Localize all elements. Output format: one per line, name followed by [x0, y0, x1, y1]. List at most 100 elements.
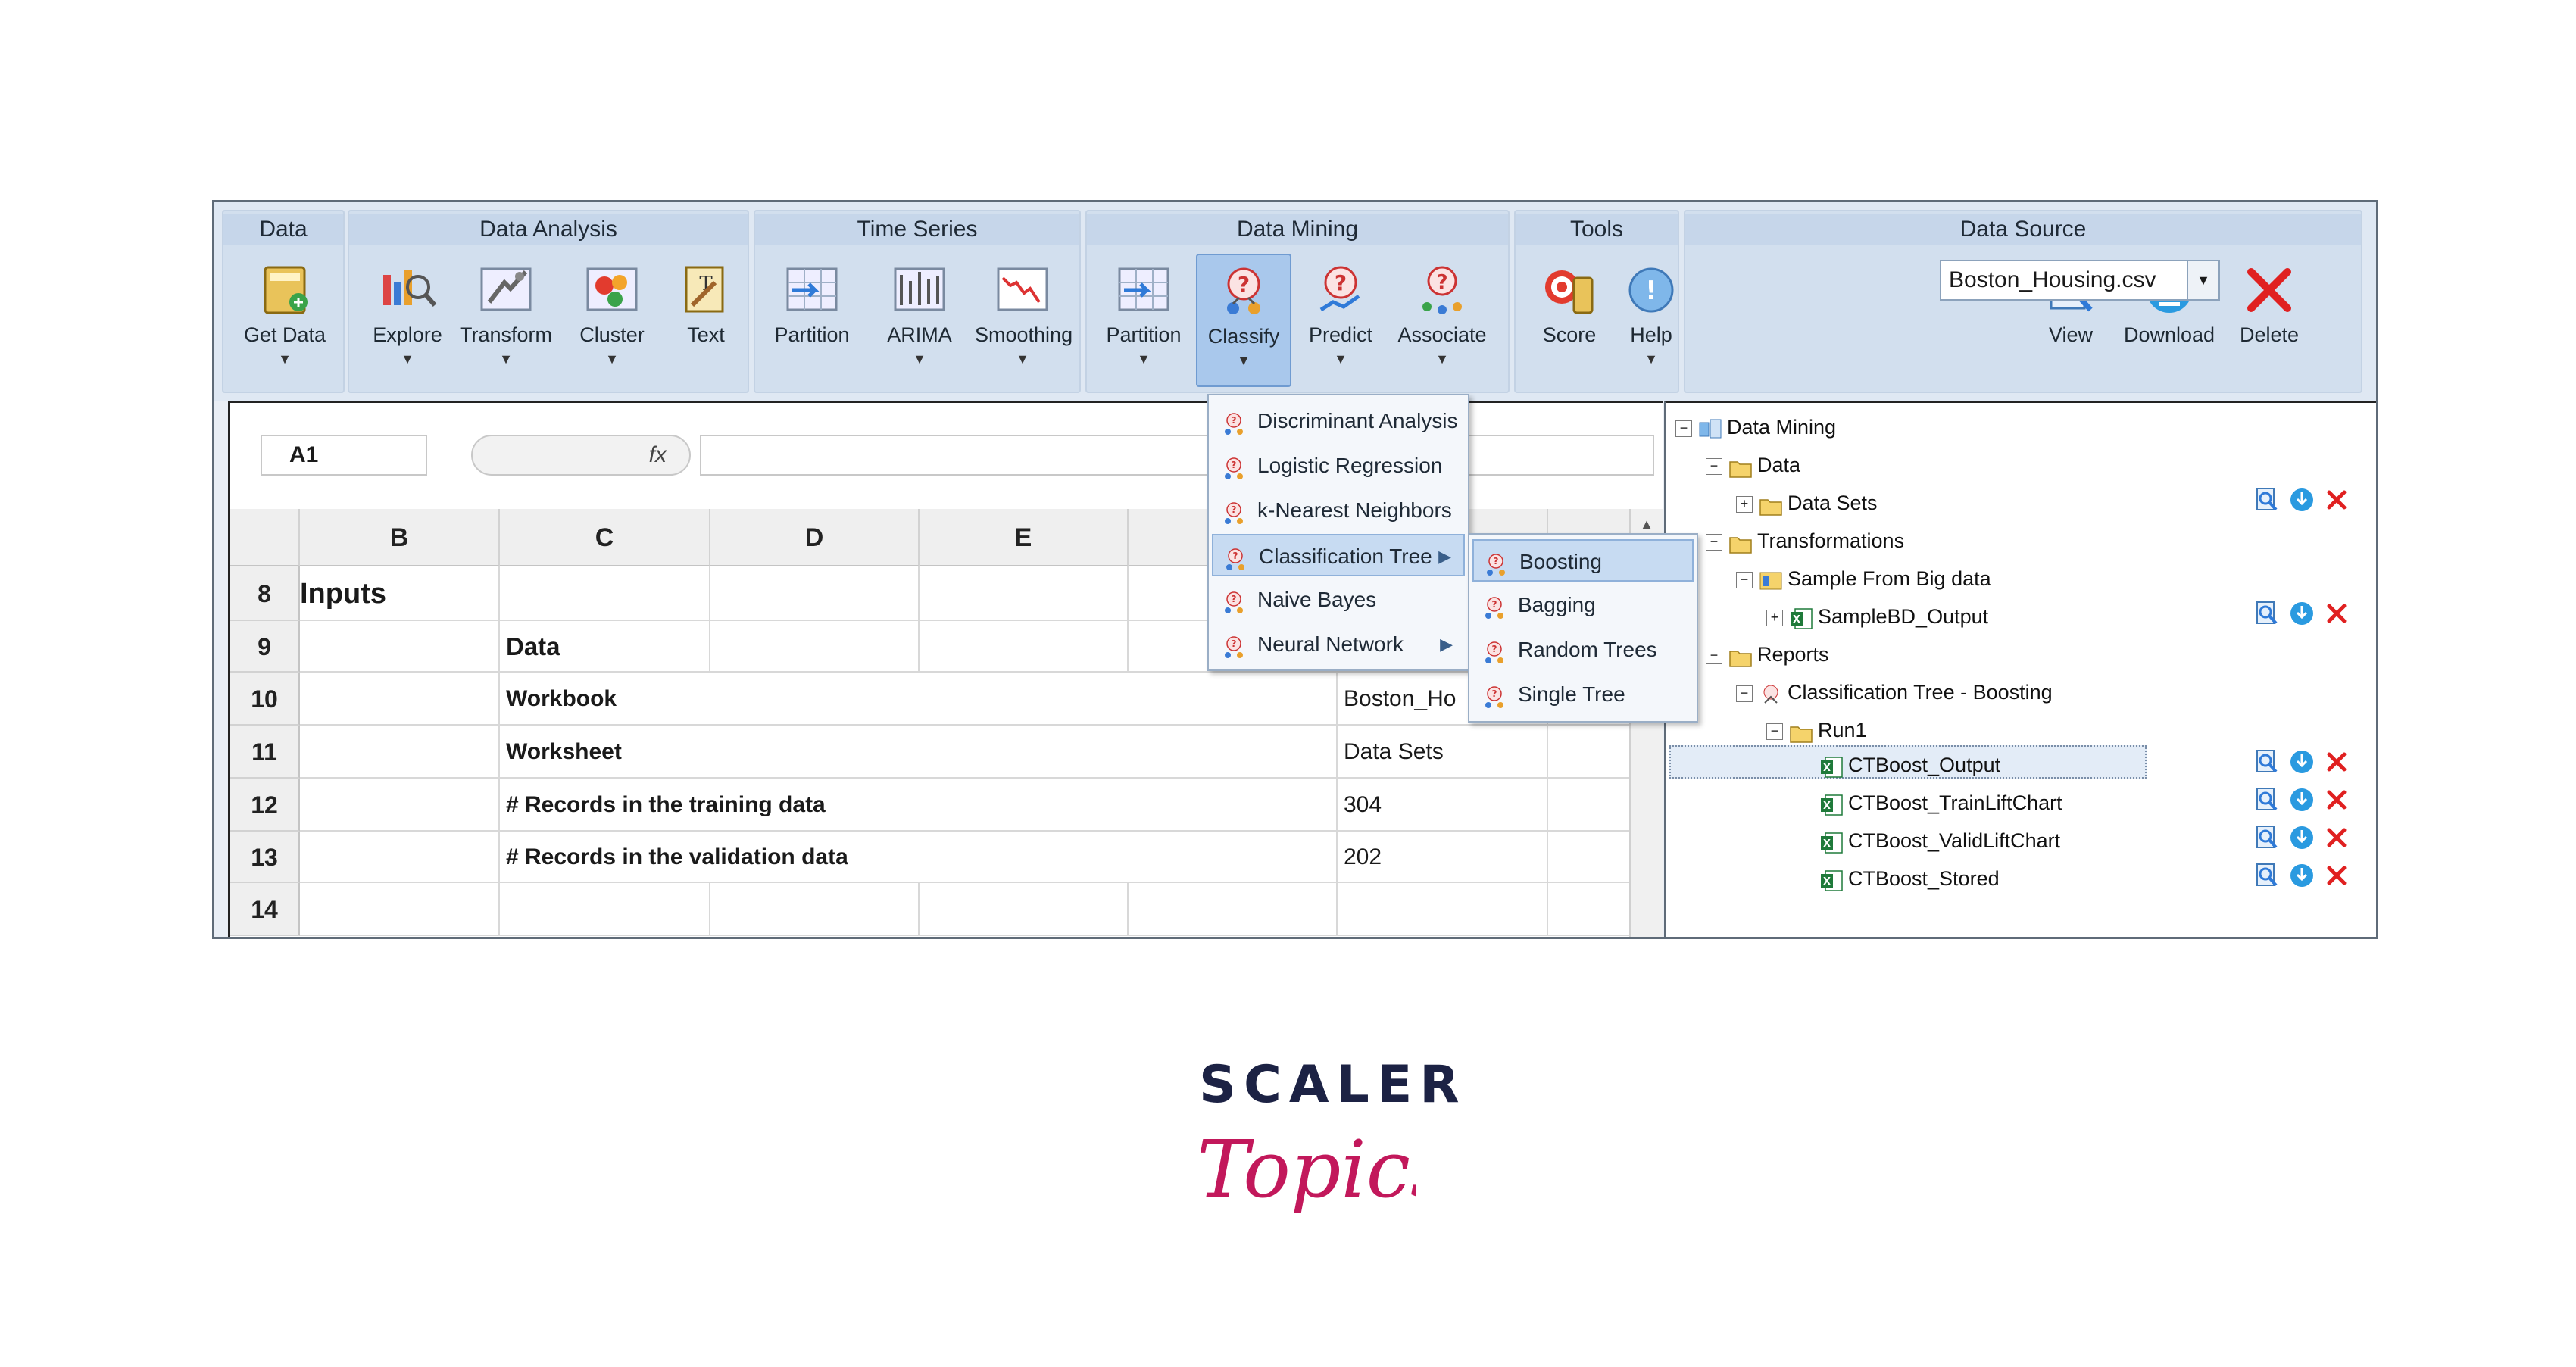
empty-cell[interactable] [710, 621, 920, 673]
formula-input[interactable] [700, 435, 1654, 476]
dropdown-arrow-icon[interactable]: ▼ [975, 351, 1070, 367]
empty-cell[interactable] [710, 566, 920, 621]
view-icon[interactable] [2253, 862, 2281, 889]
column-header[interactable]: B [300, 509, 500, 566]
classify-menu-item[interactable]: ? Classification Tree ▶ [1212, 534, 1465, 576]
view-icon[interactable] [2253, 748, 2281, 776]
delete-button[interactable]: Delete [2222, 254, 2317, 387]
view-icon[interactable] [2253, 824, 2281, 851]
smoothing-button[interactable]: Smoothing ▼ [975, 254, 1073, 387]
view-icon[interactable] [2253, 600, 2281, 627]
get-data-button[interactable]: Get Data ▼ [237, 254, 333, 387]
transform-button[interactable]: Transform ▼ [458, 254, 554, 387]
cell-b[interactable] [300, 673, 500, 726]
empty-cell[interactable] [1548, 883, 1639, 936]
tree-node[interactable]: − Data Mining [1675, 410, 1836, 444]
partition-button[interactable]: Partition [764, 254, 860, 387]
tree-node[interactable]: X CTBoost_ValidLiftChart [1797, 824, 2060, 857]
download-icon[interactable] [2288, 786, 2315, 813]
dropdown-arrow-icon[interactable]: ▼ [1197, 353, 1290, 369]
cell-b[interactable]: Inputs [300, 566, 500, 621]
classify-menu-item[interactable]: ? Naive Bayes [1212, 579, 1465, 621]
row-header[interactable]: 12 [230, 779, 300, 832]
delete-icon[interactable] [2323, 786, 2350, 813]
row-header[interactable]: 13 [230, 832, 300, 883]
view-icon[interactable] [2253, 786, 2281, 813]
expand-icon[interactable]: + [1766, 609, 1783, 626]
value-cell[interactable] [1338, 883, 1548, 936]
classify-menu-item[interactable]: ? k-Nearest Neighbors [1212, 489, 1465, 532]
column-header[interactable]: E [920, 509, 1129, 566]
tree-node[interactable]: + X SampleBD_Output [1766, 600, 1988, 633]
dropdown-arrow-icon[interactable]: ▼ [458, 351, 554, 367]
empty-cell[interactable] [710, 883, 920, 936]
classify-menu-item[interactable]: ? Neural Network ▶ [1212, 623, 1465, 666]
cell-b[interactable] [300, 779, 500, 832]
delete-icon[interactable] [2323, 862, 2350, 889]
scroll-up-icon[interactable]: ▲ [1631, 509, 1663, 532]
column-header[interactable]: D [710, 509, 920, 566]
cell-b[interactable] [300, 621, 500, 673]
predict-button[interactable]: ? Predict ▼ [1293, 254, 1388, 387]
data-source-select[interactable]: Boston_Housing.csv ▼ [1940, 260, 2220, 301]
cell-c[interactable]: # Records in the training data [500, 779, 1338, 832]
explore-button[interactable]: Explore ▼ [360, 254, 455, 387]
tree-node[interactable]: X CTBoost_Stored [1797, 862, 2000, 895]
cell-c[interactable]: Workbook [500, 673, 1338, 726]
partition-button[interactable]: Partition ▼ [1096, 254, 1191, 387]
cluster-button[interactable]: Cluster ▼ [564, 254, 660, 387]
cell-c[interactable]: Data [500, 621, 710, 673]
fx-button[interactable]: fx [471, 435, 691, 476]
tree-node[interactable]: − Data [1706, 448, 1800, 482]
text-button[interactable]: T Text [658, 254, 754, 387]
empty-cell[interactable] [920, 621, 1129, 673]
download-icon[interactable] [2288, 824, 2315, 851]
value-cell[interactable]: 304 [1338, 779, 1548, 832]
row-header[interactable]: 14 [230, 883, 300, 936]
tree-node[interactable]: − Classification Tree - Boosting [1736, 676, 2053, 709]
collapse-icon[interactable]: − [1706, 457, 1722, 475]
dropdown-arrow-icon[interactable]: ▼ [1394, 351, 1490, 367]
collapse-icon[interactable]: − [1766, 723, 1783, 740]
row-header[interactable]: 8 [230, 566, 300, 621]
view-icon[interactable] [2253, 486, 2281, 513]
expand-icon[interactable]: + [1736, 495, 1753, 513]
row-header[interactable]: 10 [230, 673, 300, 726]
delete-icon[interactable] [2323, 748, 2350, 776]
cell-c[interactable]: # Records in the validation data [500, 832, 1338, 883]
tree-node[interactable]: X CTBoost_TrainLiftChart [1797, 786, 2062, 819]
tree-node[interactable]: − Run1 [1766, 713, 1867, 747]
associate-button[interactable]: ? Associate ▼ [1394, 254, 1490, 387]
classify-button[interactable]: ? Classify ▼ [1196, 254, 1291, 387]
select-all-corner[interactable] [230, 509, 300, 566]
classify-menu-item[interactable]: ? Logistic Regression [1212, 445, 1465, 487]
value-cell[interactable]: 202 [1338, 832, 1548, 883]
collapse-icon[interactable]: − [1675, 420, 1692, 437]
tree-node[interactable]: − Reports [1706, 638, 1829, 671]
download-icon[interactable] [2288, 600, 2315, 627]
column-header[interactable]: C [500, 509, 710, 566]
cell-c[interactable]: Worksheet [500, 726, 1338, 779]
collapse-icon[interactable]: − [1736, 571, 1753, 588]
tree-method-menu-item[interactable]: ? Bagging [1472, 584, 1694, 626]
download-icon[interactable] [2288, 486, 2315, 513]
tree-method-menu-item[interactable]: ? Single Tree [1472, 673, 1694, 716]
dropdown-arrow-icon[interactable]: ▼ [564, 351, 660, 367]
dropdown-arrow-icon[interactable]: ▼ [1293, 351, 1388, 367]
cell-c[interactable] [500, 883, 710, 936]
empty-cell[interactable] [920, 883, 1129, 936]
delete-icon[interactable] [2323, 600, 2350, 627]
dropdown-arrow-icon[interactable]: ▼ [237, 351, 333, 367]
empty-cell[interactable] [1548, 726, 1639, 779]
tree-method-menu-item[interactable]: ? Boosting [1472, 539, 1694, 582]
cell-c[interactable] [500, 566, 710, 621]
collapse-icon[interactable]: − [1736, 685, 1753, 702]
cell-b[interactable] [300, 832, 500, 883]
tree-node[interactable]: − Transformations [1706, 524, 1904, 557]
value-cell[interactable]: Data Sets [1338, 726, 1548, 779]
arima-button[interactable]: ARIMA ▼ [872, 254, 967, 387]
collapse-icon[interactable]: − [1706, 533, 1722, 551]
chevron-down-icon[interactable]: ▼ [2187, 261, 2218, 299]
tree-node[interactable]: − Sample From Big data [1736, 562, 1991, 595]
dropdown-arrow-icon[interactable]: ▼ [872, 351, 967, 367]
